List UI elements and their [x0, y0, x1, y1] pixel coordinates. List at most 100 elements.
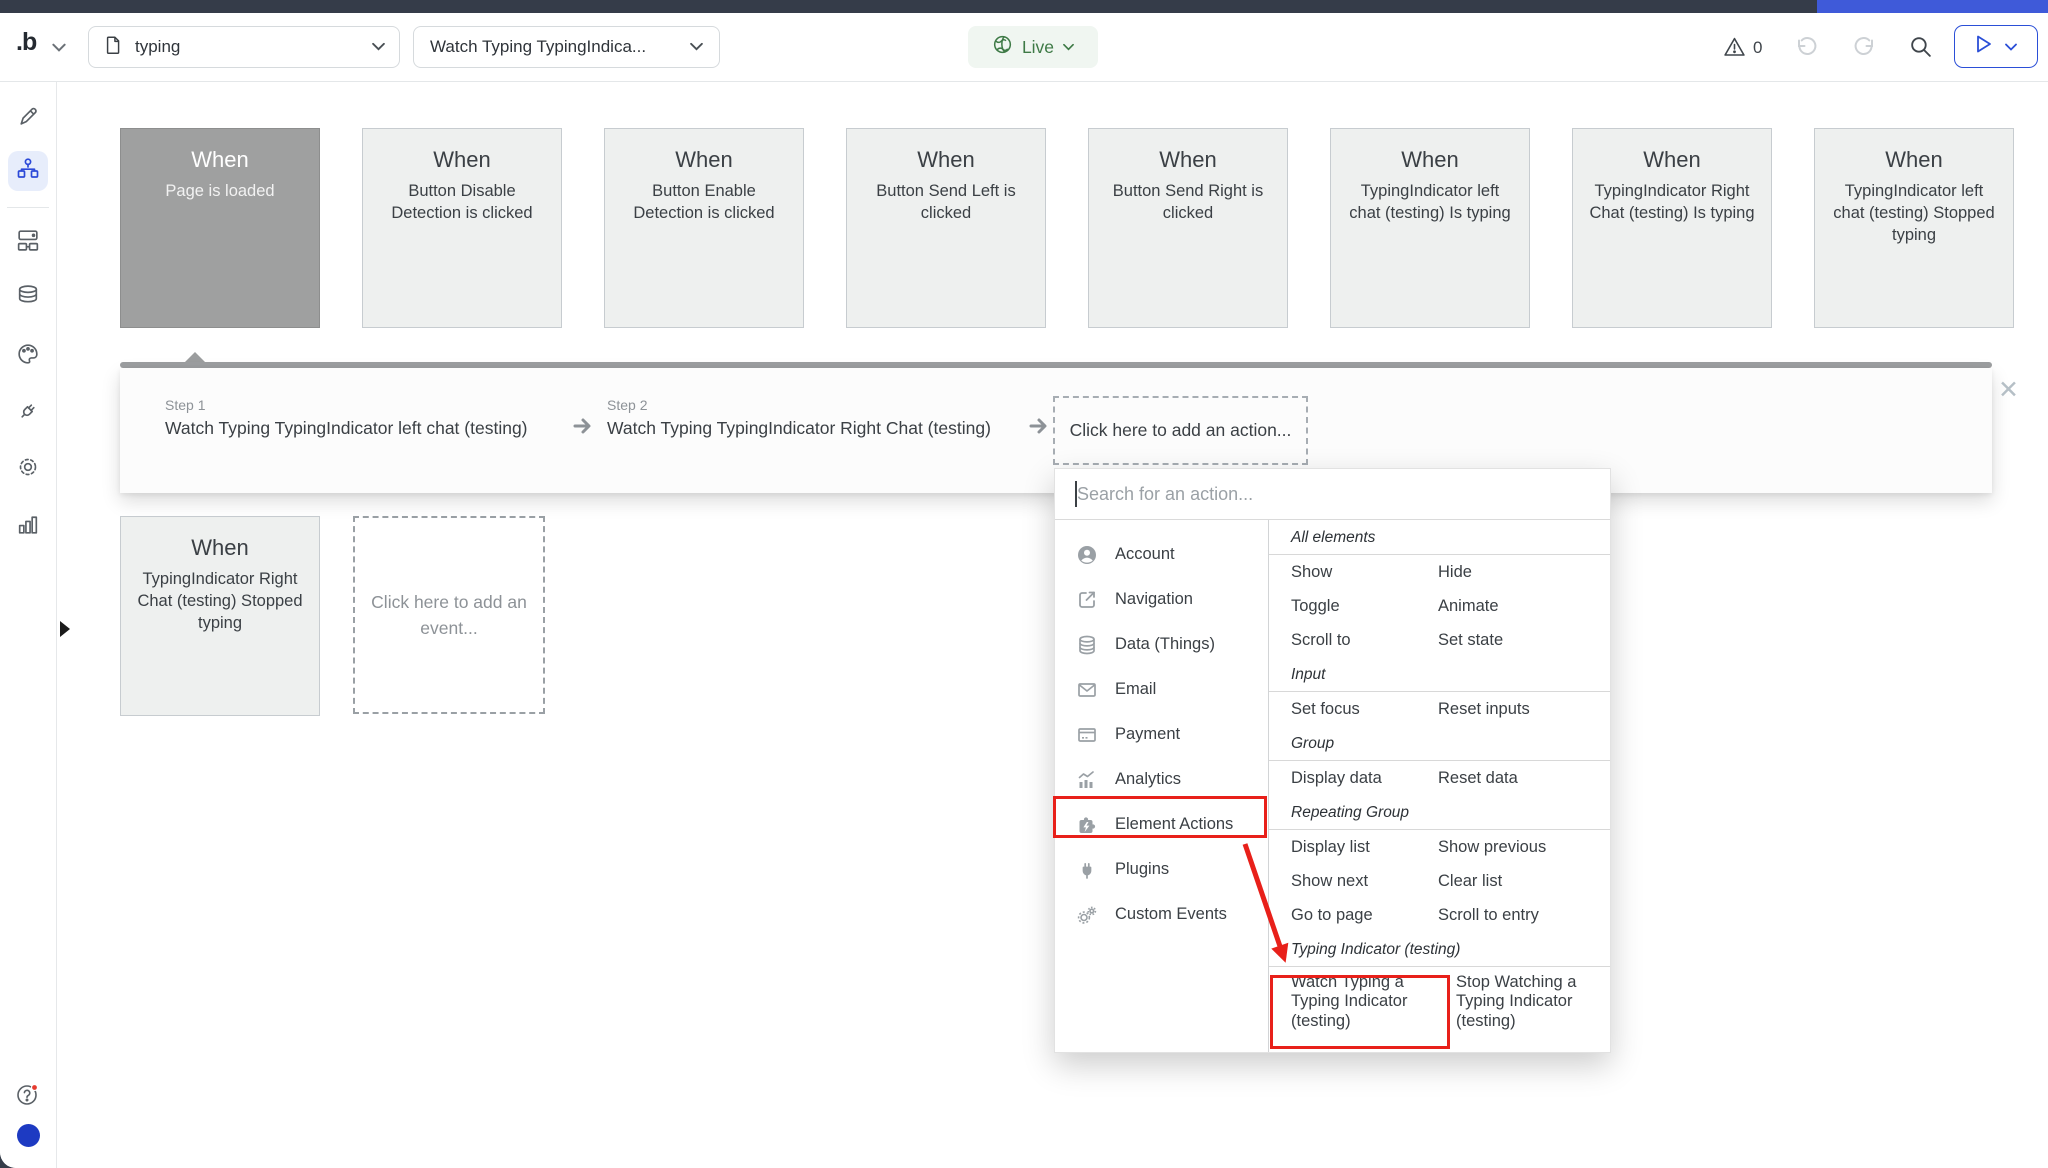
selected-event-pointer	[185, 352, 205, 362]
event-card[interactable]: When Button Enable Detection is clicked	[604, 128, 804, 328]
topbar-progress-segment	[1817, 0, 2048, 13]
event-card[interactable]: When Button Send Left is clicked	[846, 128, 1046, 328]
action-item[interactable]: Show	[1291, 563, 1438, 582]
event-card[interactable]: When TypingIndicator Right Chat (testing…	[120, 516, 320, 716]
step-label: Step 1	[165, 397, 205, 413]
action-item-stop-watching[interactable]: Stop Watching a Typing Indicator (testin…	[1456, 973, 1610, 1031]
category-analytics[interactable]: Analytics	[1055, 757, 1268, 802]
sidebar-item-design[interactable]	[8, 97, 48, 137]
action-item[interactable]: Animate	[1438, 597, 1610, 616]
environment-label: Live	[1022, 37, 1054, 58]
workflow-sitemap-icon	[15, 156, 41, 187]
action-item[interactable]: Display data	[1291, 769, 1438, 788]
category-navigation[interactable]: Navigation	[1055, 577, 1268, 622]
toolbar: .b typing Watch Typing TypingIndica...	[0, 13, 2048, 82]
undo-icon[interactable]	[1793, 34, 1819, 65]
category-element-actions[interactable]: Element Actions	[1055, 802, 1268, 847]
globe-icon	[992, 34, 1013, 60]
top-status-bar	[0, 0, 2048, 13]
step-arrow-icon	[1028, 416, 1050, 441]
add-event-placeholder[interactable]: Click here to add an event...	[353, 516, 545, 714]
action-section-header: Repeating Group	[1269, 795, 1610, 830]
bubble-editor-window: .b typing Watch Typing TypingIndica...	[0, 0, 2048, 1168]
category-account[interactable]: Account	[1055, 532, 1268, 577]
sidebar-item-workflow[interactable]	[8, 151, 48, 191]
event-card[interactable]: When TypingIndicator Right Chat (testing…	[1572, 128, 1772, 328]
action-category-list: Account Navigation Data (Things) Em	[1055, 520, 1269, 1052]
event-card[interactable]: When Button Send Right is clicked	[1088, 128, 1288, 328]
question-circle-icon	[14, 1081, 42, 1114]
left-sidebar	[0, 82, 57, 1168]
share-icon	[1075, 589, 1099, 611]
sidebar-item-plugins[interactable]	[8, 393, 48, 433]
action-item[interactable]: Hide	[1438, 563, 1610, 582]
step-name[interactable]: Watch Typing TypingIndicator Right Chat …	[607, 418, 991, 439]
environment-dropdown[interactable]: Live	[968, 26, 1098, 68]
action-item[interactable]: Set state	[1438, 631, 1610, 650]
action-section-header: Input	[1269, 657, 1610, 692]
analytics-icon	[1075, 769, 1099, 791]
action-item[interactable]: Clear list	[1438, 872, 1610, 891]
action-item[interactable]: Scroll to entry	[1438, 906, 1610, 925]
brand-dot-badge[interactable]	[17, 1124, 40, 1147]
page-icon	[103, 33, 125, 62]
plug-icon	[1075, 859, 1099, 881]
sidebar-item-settings[interactable]	[8, 449, 48, 489]
sidebar-item-styles[interactable]	[8, 336, 48, 376]
issues-count[interactable]: 0	[1753, 38, 1762, 58]
bubble-logo[interactable]: .b	[16, 28, 36, 57]
logo-chevron-down-icon[interactable]	[52, 39, 66, 57]
issues-warning-icon[interactable]	[1722, 35, 1747, 64]
database-icon	[1075, 634, 1099, 656]
action-section-header: Typing Indicator (testing)	[1269, 932, 1610, 967]
sidebar-item-components[interactable]	[8, 222, 48, 262]
category-custom-events[interactable]: Custom Events	[1055, 892, 1268, 937]
workflow-selector-dropdown[interactable]: Watch Typing TypingIndica...	[413, 26, 720, 68]
text-caret	[1075, 481, 1077, 507]
action-item[interactable]: Reset data	[1438, 769, 1610, 788]
sidebar-item-logs[interactable]	[8, 506, 48, 546]
category-email[interactable]: Email	[1055, 667, 1268, 712]
add-action-placeholder[interactable]: Click here to add an action...	[1053, 396, 1308, 465]
category-plugins[interactable]: Plugins	[1055, 847, 1268, 892]
help-button[interactable]	[8, 1077, 48, 1117]
chevron-down-icon	[2005, 38, 2017, 56]
close-panel-icon[interactable]: ✕	[1998, 378, 2019, 403]
user-circle-icon	[1075, 544, 1099, 566]
page-selector-dropdown[interactable]: typing	[88, 26, 400, 68]
collapse-handle-icon[interactable]	[60, 621, 70, 637]
category-data-things[interactable]: Data (Things)	[1055, 622, 1268, 667]
preview-run-button[interactable]	[1954, 25, 2038, 68]
action-item[interactable]: Show previous	[1438, 838, 1610, 857]
palette-icon	[15, 341, 41, 372]
gear-icon	[15, 454, 41, 485]
workflow-canvas[interactable]: When Page is loaded When Button Disable …	[57, 82, 2048, 1168]
bar-chart-icon	[15, 511, 41, 542]
category-payment[interactable]: Payment	[1055, 712, 1268, 757]
credit-card-icon	[1075, 724, 1099, 746]
event-card[interactable]: When TypingIndicator left chat (testing)…	[1330, 128, 1530, 328]
chevron-down-icon	[372, 38, 385, 56]
action-item[interactable]: Set focus	[1291, 700, 1438, 719]
action-search-input[interactable]	[1055, 469, 1610, 519]
redo-icon[interactable]	[1852, 34, 1878, 65]
event-card[interactable]: When TypingIndicator left chat (testing)…	[1814, 128, 2014, 328]
event-card[interactable]: When Page is loaded	[120, 128, 320, 328]
step-name[interactable]: Watch Typing TypingIndicator left chat (…	[165, 418, 528, 439]
action-item[interactable]: Go to page	[1291, 906, 1438, 925]
puzzle-bolt-icon	[1075, 814, 1099, 836]
sidebar-item-data[interactable]	[8, 278, 48, 318]
action-item[interactable]: Show next	[1291, 872, 1438, 891]
search-icon[interactable]	[1908, 34, 1933, 64]
step-label: Step 2	[607, 397, 647, 413]
action-search-row[interactable]	[1055, 469, 1610, 520]
action-item[interactable]: Toggle	[1291, 597, 1438, 616]
action-item[interactable]: Reset inputs	[1438, 700, 1610, 719]
chevron-down-icon	[1063, 38, 1074, 56]
action-item-watch-typing[interactable]: Watch Typing a Typing Indicator (testing…	[1291, 973, 1449, 1031]
action-item[interactable]: Scroll to	[1291, 631, 1438, 650]
pencil-icon	[15, 102, 41, 133]
action-item[interactable]: Display list	[1291, 838, 1438, 857]
event-card[interactable]: When Button Disable Detection is clicked	[362, 128, 562, 328]
gears-icon	[1075, 904, 1099, 926]
